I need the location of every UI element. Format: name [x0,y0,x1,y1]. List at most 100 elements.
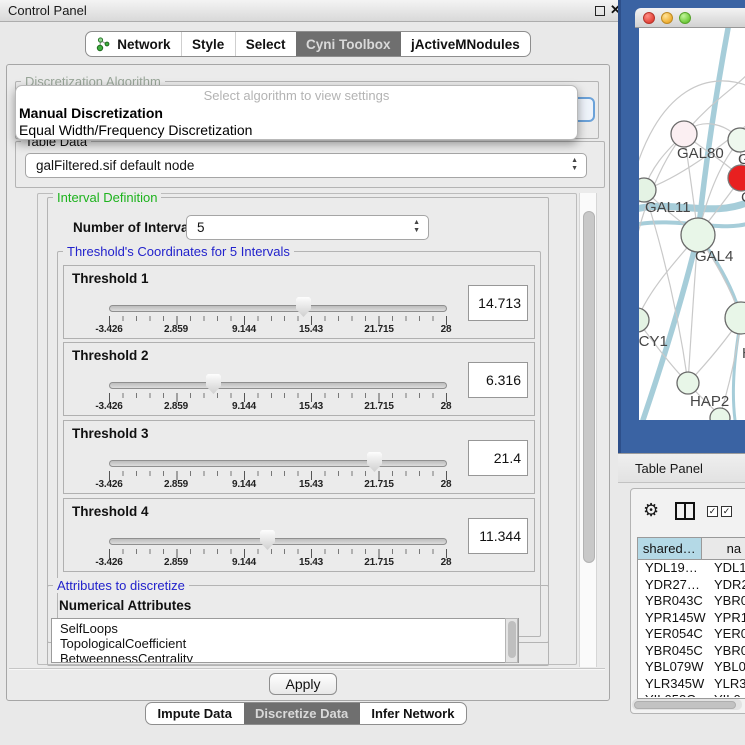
algorithm-placeholder-option[interactable]: Select algorithm to view settings [16,88,577,105]
table-row[interactable]: YDR27…YDR2 [638,577,745,594]
threshold-1-slider-track[interactable] [109,305,447,312]
threshold-1-panel: Threshold 1 -3.426 2.859 9.144 15.43 21.… [63,265,535,339]
scrollbar-thumb[interactable] [583,211,595,563]
table-panel-title: Table Panel [635,461,703,476]
list-item[interactable]: SelfLoops [60,621,518,636]
tab-infer-network[interactable]: Infer Network [360,703,466,724]
scrollbar-thumb[interactable] [508,621,516,658]
checkbox-icon[interactable]: ✓ [707,506,718,517]
column-header-name[interactable]: na [702,538,745,559]
number-of-intervals-combobox[interactable]: 5 ▲▼ [186,215,429,240]
tab-network[interactable]: Network [86,32,181,56]
node-label-gal4: GAL4 [695,248,733,265]
table-data-combobox[interactable]: galFiltered.sif default node ▲▼ [25,153,587,178]
threshold-4-slider-thumb[interactable] [260,530,275,550]
node-attribute-table: shared… na YDL19…YDL1 YDR27…YDR2 YBR043C… [637,537,745,699]
table-row[interactable]: YER054CYER0 [638,626,745,643]
tab-label: Infer Network [371,706,454,721]
algorithm-option-manual[interactable]: Manual Discretization [16,105,577,122]
divider [9,668,605,670]
thresholds-group-title: Threshold's Coordinates for 5 Intervals [63,244,294,259]
tab-label: Select [246,37,286,52]
node-label-gal11: GAL11 [645,199,691,216]
main-vertical-scrollbar[interactable] [579,193,597,667]
table-rows: YDL19…YDL1 YDR27…YDR2 YBR043CYBR0 YPR145… [638,560,745,697]
table-horizontal-scrollbar[interactable] [632,699,742,710]
table-panel-body: ⚙ ✓ ✓ shared… na YDL19…YDL1 YDR27…YDR2 Y… [630,488,745,714]
numerical-attributes-label: Numerical Attributes [59,598,191,613]
threshold-2-panel: Threshold 2 -3.426 2.859 9.144 15.43 21.… [63,342,535,416]
threshold-3-value-field[interactable]: 21.4 [468,440,528,476]
tab-label: Cyni Toolbox [306,37,391,52]
apply-button[interactable]: Apply [269,673,337,695]
threshold-4-slider-track[interactable] [109,538,447,545]
attributes-list-scrollbar[interactable] [505,618,518,663]
node-label-clipped-ga: GA [738,151,745,168]
node-label-gal80: GAL80 [677,145,724,162]
node-label-gcy1: GCY1 [639,333,668,350]
threshold-4-panel: Threshold 4 -3.426 2.859 9.144 15.43 21.… [63,498,535,572]
tab-discretize-data[interactable]: Discretize Data [244,703,360,724]
tab-jactivemnodules[interactable]: jActiveMNodules [401,32,530,56]
threshold-3-label: Threshold 3 [72,426,149,441]
network-window-titlebar[interactable] [635,8,745,28]
list-item[interactable]: BetweennessCentrality [60,651,518,663]
tab-label: Discretize Data [255,706,348,721]
split-view-icon[interactable] [675,502,695,520]
numerical-attributes-list: SelfLoops TopologicalCoefficient Between… [51,618,519,663]
float-window-icon[interactable] [595,6,605,16]
table-row[interactable]: YBR045CYBR0 [638,643,745,660]
threshold-2-slider-track[interactable] [109,382,447,389]
slider-major-ticks [109,393,447,402]
threshold-3-slider-track[interactable] [109,460,447,467]
node-label-clipped-c: C [741,189,745,206]
panel-title: Control Panel [8,3,87,18]
slider-major-ticks [109,316,447,325]
node-gcy1[interactable] [639,308,649,332]
threshold-2-slider-thumb[interactable] [206,374,221,394]
threshold-1-label: Threshold 1 [72,271,149,286]
node-gal4[interactable] [681,218,715,252]
tab-impute-data[interactable]: Impute Data [146,703,244,724]
network-desktop: GAL80 GA C GAL11 GAL4 GCY1 H HAP2 [618,0,745,453]
network-icon [96,37,111,52]
table-row[interactable]: YLR345WYLR3 [638,676,745,693]
threshold-2-value-field[interactable]: 6.316 [468,362,528,398]
node-label-hap2: HAP2 [690,393,729,410]
tab-select[interactable]: Select [235,32,296,56]
table-row[interactable]: YPR145WYPR1 [638,610,745,627]
tab-cyni-toolbox[interactable]: Cyni Toolbox [296,32,401,56]
table-row[interactable]: YIL052CYIL0 [638,692,745,697]
threshold-1-slider-thumb[interactable] [296,297,311,317]
intervals-selected-value: 5 [197,220,205,235]
gear-icon[interactable]: ⚙ [643,501,659,519]
interval-definition-group-title: Interval Definition [53,190,161,205]
checkbox-icon[interactable]: ✓ [721,506,732,517]
scrollbar-thumb[interactable] [634,701,736,709]
tab-style[interactable]: Style [181,32,235,56]
column-header-shared[interactable]: shared… [638,538,702,559]
network-canvas[interactable]: GAL80 GA C GAL11 GAL4 GCY1 H HAP2 [639,28,745,420]
node-gal80[interactable] [671,121,697,147]
zoom-traffic-light[interactable] [679,12,691,24]
control-panel-tabbar: Network Style Select Cyni Toolbox jActiv… [85,31,531,57]
threshold-4-value-field[interactable]: 11.344 [468,518,528,554]
slider-major-ticks [109,471,447,480]
threshold-1-value-field[interactable]: 14.713 [468,285,528,321]
table-row[interactable]: YBL079WYBL0 [638,659,745,676]
node-clipped-right-mid[interactable] [725,302,745,334]
node-hap2[interactable] [677,372,699,394]
algorithm-dropdown-popup: Select algorithm to view settings Manual… [15,85,578,140]
slider-major-ticks [109,549,447,558]
close-traffic-light[interactable] [643,12,655,24]
table-row[interactable]: YBR043CYBR0 [638,593,745,610]
minimize-traffic-light[interactable] [661,12,673,24]
node-clipped-right-top[interactable] [728,128,745,152]
threshold-3-panel: Threshold 3 -3.426 2.859 9.144 15.43 21.… [63,420,535,494]
table-panel-section: Table Panel ⚙ ✓ ✓ shared… na YDL19…YDL1 … [618,453,745,745]
algorithm-option-equal-width[interactable]: Equal Width/Frequency Discretization [16,122,577,139]
table-row[interactable]: YDL19…YDL1 [638,560,745,577]
threshold-3-slider-thumb[interactable] [367,452,382,472]
threshold-4-label: Threshold 4 [72,504,149,519]
list-item[interactable]: TopologicalCoefficient [60,636,518,651]
